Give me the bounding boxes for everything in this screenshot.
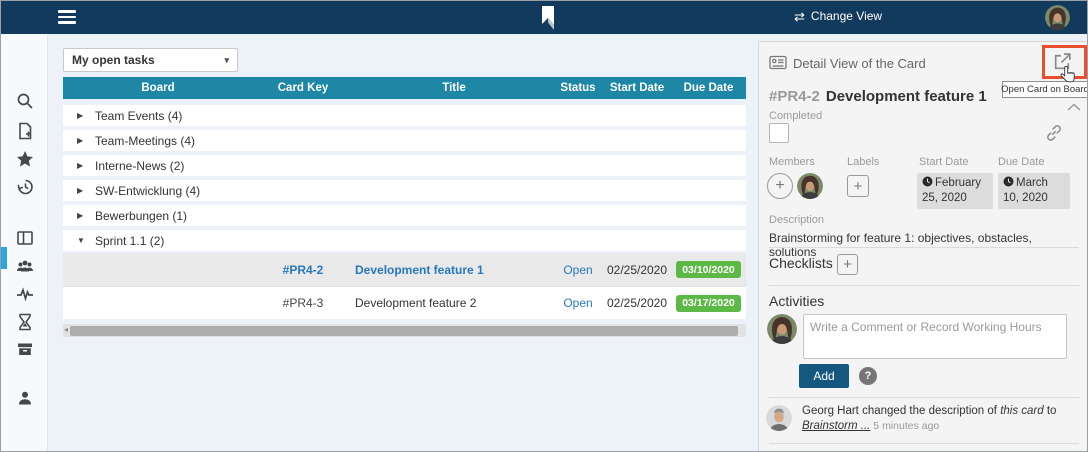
board-group-row[interactable]: ▶ Team Events (4) [63,105,746,126]
expand-arrow-icon[interactable]: ▶ [77,186,95,195]
clock-icon [922,176,933,187]
due-date-badge: 03/10/2020 [676,261,741,278]
expand-arrow-icon[interactable]: ▼ [77,236,95,245]
expand-arrow-icon[interactable]: ▶ [77,111,95,120]
card-start-date: 02/25/2020 [603,263,671,277]
completed-checkbox[interactable] [769,123,789,143]
activity-link[interactable]: Brainstorm ... [802,420,870,432]
board-group-row[interactable]: ▶ Interne-News (2) [63,155,746,176]
board-group-row[interactable]: ▶ Team-Meetings (4) [63,130,746,151]
app-window: ⇄ Change View [0,0,1088,452]
add-checklist-button[interactable]: + [837,254,858,275]
star-icon[interactable] [16,150,34,168]
column-header-start-date[interactable]: Start Date [603,82,671,94]
person-icon[interactable] [16,389,34,407]
card-status-link[interactable]: Open [553,263,603,277]
archive-icon[interactable] [16,340,34,358]
column-header-due-date[interactable]: Due Date [671,82,746,94]
panel-title: Detail View of the Card [793,56,926,71]
card-row[interactable]: #PR4-3 Development feature 2 Open 02/25/… [63,286,746,319]
board-group-row[interactable]: ▶ Bewerbungen (1) [63,205,746,226]
new-document-icon[interactable] [16,122,34,140]
collapse-icon[interactable] [1067,100,1081,114]
board-group-label: Sprint 1.1 (2) [95,234,164,248]
card-row[interactable]: #PR4-2 Development feature 1 Open 02/25/… [63,253,746,286]
user-avatar[interactable] [1045,5,1070,30]
activity-user: Georg Hart [802,405,859,417]
board-group-label: Interne-News (2) [95,159,184,173]
column-header-card-key[interactable]: Card Key [253,82,353,94]
search-icon[interactable] [16,92,34,110]
chevron-down-icon: ▾ [224,55,229,66]
task-filter-dropdown[interactable]: My open tasks ▾ [63,48,238,72]
table-header: Board Card Key Title Status Start Date D… [63,77,746,99]
hourglass-icon[interactable] [16,313,34,331]
expand-arrow-icon[interactable]: ▶ [77,136,95,145]
board-group-label: Bewerbungen (1) [95,209,187,223]
card-start-date: 02/25/2020 [603,296,671,310]
add-comment-button[interactable]: Add [799,364,849,388]
team-icon[interactable] [16,257,34,275]
card-status-link[interactable]: Open [553,296,603,310]
start-date-chip[interactable]: February 25, 2020 [917,173,993,209]
link-icon[interactable] [1045,124,1063,145]
swap-arrows-icon: ⇄ [794,10,805,23]
comment-input[interactable] [803,314,1067,359]
card-key-label: #PR4-2 [769,88,820,105]
scroll-left-arrow-icon[interactable]: ◂ [64,325,68,334]
activity-entry: Georg Hart changed the description of th… [802,404,1076,434]
column-header-title[interactable]: Title [353,82,553,94]
board-icon[interactable] [16,229,34,247]
members-label: Members [769,156,815,168]
horizontal-scrollbar[interactable]: ◂ [63,324,746,337]
column-header-board[interactable]: Board [63,82,253,94]
task-filter-value: My open tasks [72,53,155,67]
due-date-label: Due Date [998,156,1044,168]
member-avatar[interactable] [797,173,823,199]
add-label-button[interactable]: + [847,175,869,197]
card-title-link[interactable]: Development feature 1 [353,263,553,277]
checklists-heading: Checklists [769,255,833,271]
menu-icon[interactable] [58,10,76,24]
due-date-chip[interactable]: March 10, 2020 [998,173,1070,209]
activities-heading: Activities [769,293,824,309]
activity-icon[interactable] [16,285,34,303]
completed-label: Completed [769,110,822,122]
card-detail-icon [769,55,787,73]
active-nav-indicator [1,247,7,269]
board-group-row[interactable]: ▼ Sprint 1.1 (2) [63,230,746,251]
board-group-label: Team Events (4) [95,109,182,123]
board-group-row[interactable]: ▶ SW-Entwicklung (4) [63,180,746,201]
card-detail-panel: Detail View of the Card Open Card on Boa… [758,41,1088,451]
card-title-label: Development feature 1 [826,88,987,105]
activity-user-avatar [766,405,792,431]
board-group-label: Team-Meetings (4) [95,134,195,148]
start-date-label: Start Date [919,156,969,168]
column-header-status[interactable]: Status [553,82,603,94]
expand-arrow-icon[interactable]: ▶ [77,161,95,170]
description-label: Description [769,214,824,226]
card-title-link[interactable]: Development feature 2 [353,296,553,310]
left-sidebar [1,34,48,451]
tooltip-open-card-on-board: Open Card on Board [1002,81,1088,98]
app-logo-icon [539,5,557,36]
activity-timestamp: 5 minutes ago [870,420,939,432]
labels-label: Labels [847,156,879,168]
board-group-label: SW-Entwicklung (4) [95,184,200,198]
change-view-button[interactable]: ⇄ Change View [794,9,882,23]
activity-card-ref: this card [1000,405,1043,417]
scrollbar-thumb[interactable] [70,326,738,336]
add-member-button[interactable]: + [767,173,793,199]
expand-arrow-icon[interactable]: ▶ [77,211,95,220]
card-key-link[interactable]: #PR4-2 [253,263,353,277]
change-view-label: Change View [811,9,882,23]
open-card-on-board-button[interactable] [1052,51,1074,73]
help-icon[interactable]: ? [859,367,877,385]
clock-icon [1003,176,1014,187]
top-header: ⇄ Change View [1,1,1087,34]
history-icon[interactable] [16,178,34,196]
commenter-avatar [767,314,797,344]
card-key-link[interactable]: #PR4-3 [253,296,353,310]
due-date-badge: 03/17/2020 [676,295,741,312]
